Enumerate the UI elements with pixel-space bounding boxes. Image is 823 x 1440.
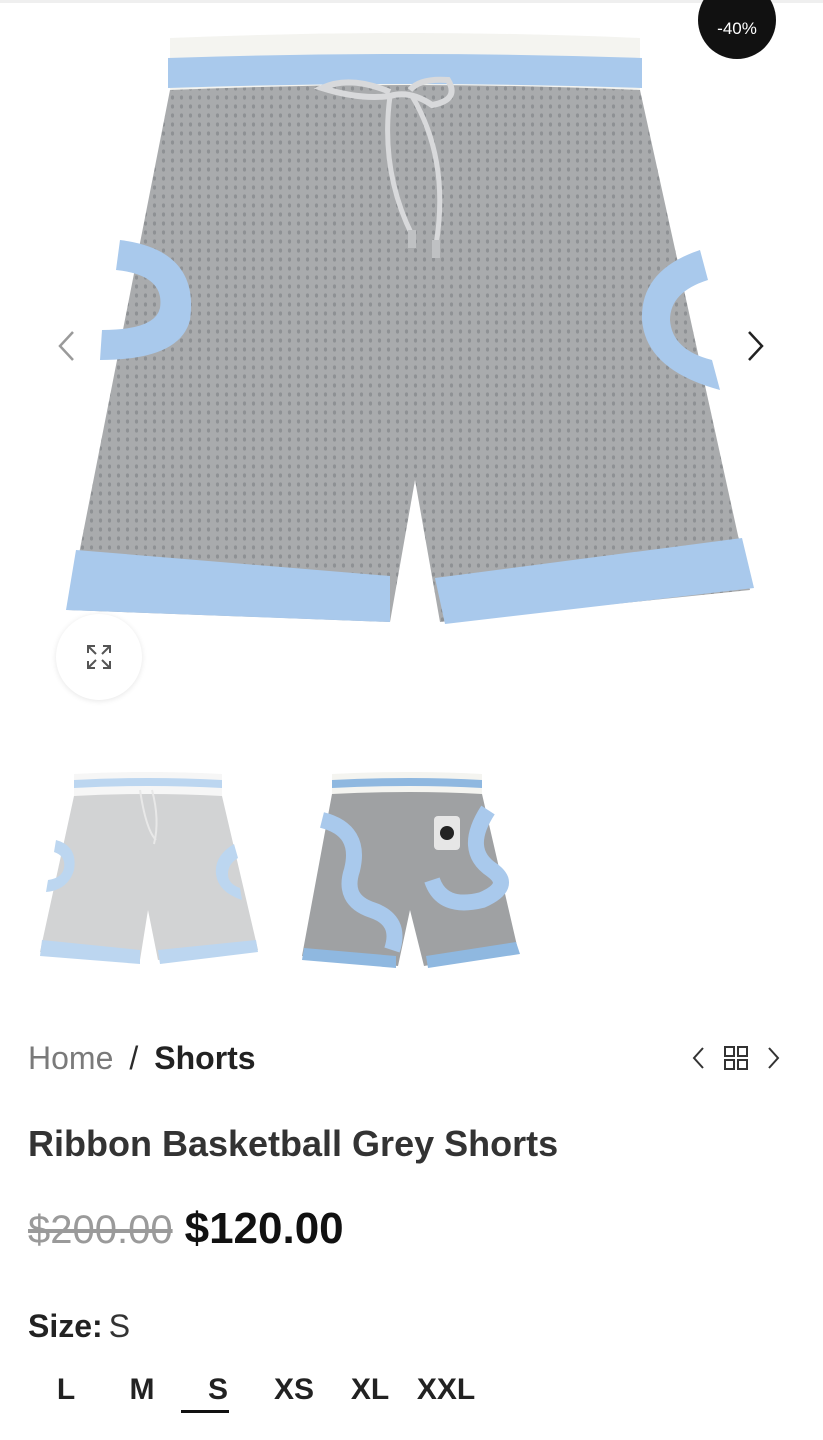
product-price: $200.00 $120.00 xyxy=(28,1204,344,1254)
size-option-s[interactable]: S xyxy=(180,1366,256,1414)
size-selector-label: Size: S xyxy=(28,1304,130,1348)
size-label-text: Size xyxy=(28,1308,93,1344)
chevron-left-icon xyxy=(692,1047,704,1069)
size-options: L M S XS XL XXL xyxy=(28,1366,484,1414)
size-option-xxl[interactable]: XXL xyxy=(408,1366,484,1414)
previous-product-button[interactable] xyxy=(684,1040,712,1076)
size-option-xl[interactable]: XL xyxy=(332,1366,408,1414)
chevron-right-icon xyxy=(748,331,764,361)
breadcrumb-separator: / xyxy=(129,1040,139,1076)
gallery-next-button[interactable] xyxy=(732,322,780,370)
thumbnail-back[interactable] xyxy=(292,760,530,980)
breadcrumb-current-category[interactable]: Shorts xyxy=(154,1036,255,1080)
thumbnail-front[interactable] xyxy=(28,760,266,980)
selected-size-value: S xyxy=(108,1308,131,1344)
back-to-products-button[interactable] xyxy=(718,1040,754,1076)
product-gallery: -40% xyxy=(0,0,823,720)
breadcrumb: Home / Shorts xyxy=(28,1036,256,1080)
sale-price: $120.00 xyxy=(184,1204,344,1253)
size-option-l[interactable]: L xyxy=(28,1366,104,1414)
original-price: $200.00 xyxy=(28,1208,173,1252)
size-option-m[interactable]: M xyxy=(104,1366,180,1414)
chevron-right-icon xyxy=(768,1047,780,1069)
gallery-prev-button[interactable] xyxy=(42,322,90,370)
chevron-left-icon xyxy=(58,331,74,361)
thumbnail-strip xyxy=(28,760,548,980)
breadcrumb-home-link[interactable]: Home xyxy=(28,1036,113,1080)
selected-size-underline xyxy=(181,1410,229,1413)
next-product-button[interactable] xyxy=(760,1040,788,1076)
product-title: Ribbon Basketball Grey Shorts xyxy=(28,1123,559,1164)
size-option-xs[interactable]: XS xyxy=(256,1366,332,1414)
product-main-image[interactable] xyxy=(60,30,760,670)
expand-icon xyxy=(87,645,111,669)
grid-icon xyxy=(724,1046,748,1070)
size-label-colon: : xyxy=(92,1308,103,1344)
zoom-button[interactable] xyxy=(56,614,142,700)
